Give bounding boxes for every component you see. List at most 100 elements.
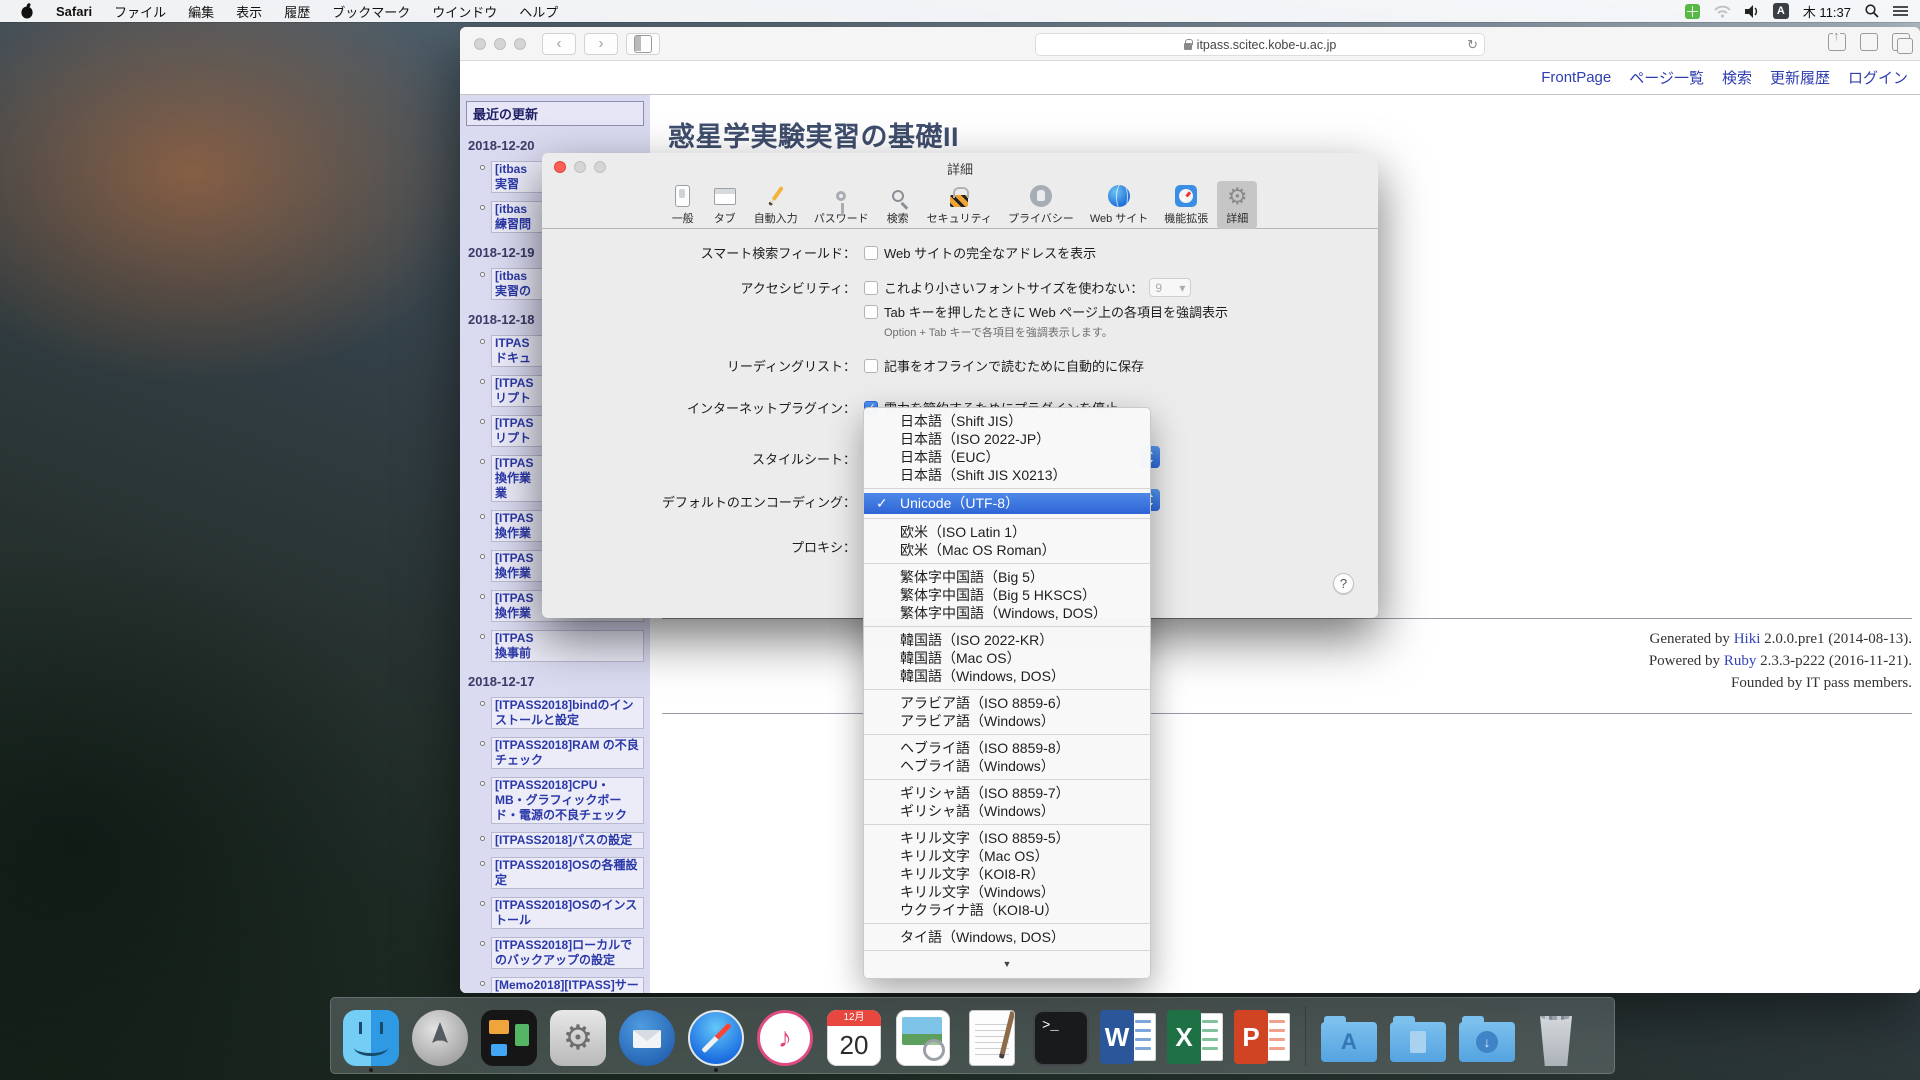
menu-item-selected[interactable]: ✓Unicode（UTF-8） xyxy=(864,493,1150,514)
list-item[interactable]: [ITPASS2018]bindのインストールと設定 xyxy=(480,697,644,729)
dock-excel-icon[interactable]: X xyxy=(1167,1008,1225,1066)
sidebar-toggle-button[interactable] xyxy=(626,33,660,55)
menu-bookmarks[interactable]: ブックマーク xyxy=(332,2,410,21)
dock-word-icon[interactable]: W xyxy=(1100,1008,1158,1066)
menu-scroll-down-arrow[interactable]: ▼ xyxy=(864,955,1150,973)
reload-icon[interactable]: ↻ xyxy=(1467,37,1478,53)
dock-powerpoint-icon[interactable]: P xyxy=(1234,1008,1292,1066)
dock-calendar-icon[interactable]: 12月20 xyxy=(824,1004,884,1066)
tab-advanced[interactable]: ⚙詳細 xyxy=(1217,181,1257,229)
menu-app-name[interactable]: Safari xyxy=(56,4,92,19)
dock-documents-folder-icon[interactable] xyxy=(1388,1004,1448,1066)
menu-window[interactable]: ウインドウ xyxy=(432,2,497,21)
menu-item[interactable]: 日本語（ISO 2022-JP） xyxy=(864,430,1150,448)
address-bar[interactable]: itpass.scitec.kobe-u.ac.jp ↻ xyxy=(1035,33,1485,56)
nav-link-history[interactable]: 更新履歴 xyxy=(1770,67,1830,88)
ruby-link[interactable]: Ruby xyxy=(1724,653,1757,669)
nav-link-login[interactable]: ログイン xyxy=(1848,67,1908,88)
zoom-button[interactable] xyxy=(514,38,526,50)
wifi-off-icon[interactable] xyxy=(1714,5,1731,18)
menu-item[interactable]: アラビア語（Windows） xyxy=(864,712,1150,730)
dock-photos-icon[interactable] xyxy=(893,1004,953,1066)
spotlight-search-icon[interactable] xyxy=(1865,4,1879,18)
checkbox-tab-highlight[interactable] xyxy=(864,305,878,319)
menu-item[interactable]: 韓国語（Windows, DOS） xyxy=(864,667,1150,685)
tab-tabs[interactable]: タブ xyxy=(705,181,745,229)
menu-history[interactable]: 履歴 xyxy=(284,2,310,21)
menu-item[interactable]: アラビア語（ISO 8859-6） xyxy=(864,694,1150,712)
list-item[interactable]: [ITPAS 換事前 xyxy=(480,630,644,662)
list-item[interactable]: [ITPASS2018]RAM の不良チェック xyxy=(480,737,644,769)
menu-item[interactable]: 韓国語（Mac OS） xyxy=(864,649,1150,667)
menu-item[interactable]: 繁体字中国語（Big 5） xyxy=(864,568,1150,586)
tab-overview-icon[interactable] xyxy=(1892,33,1910,51)
checkbox-min-font-size[interactable] xyxy=(864,281,878,295)
tab-websites[interactable]: Web サイト xyxy=(1083,181,1155,229)
menu-item[interactable]: 繁体字中国語（Big 5 HKSCS） xyxy=(864,586,1150,604)
dock-itunes-icon[interactable]: ♪ xyxy=(755,1004,815,1066)
menu-item[interactable]: タイ語（Windows, DOS） xyxy=(864,928,1150,946)
help-button[interactable]: ? xyxy=(1333,573,1354,594)
tab-search[interactable]: 検索 xyxy=(878,181,918,229)
share-icon[interactable] xyxy=(1828,33,1846,51)
menu-item[interactable]: キリル文字（Windows） xyxy=(864,883,1150,901)
dock-system-preferences-icon[interactable]: ⚙ xyxy=(548,1004,608,1066)
apple-icon[interactable] xyxy=(20,3,34,19)
menu-item[interactable]: 欧米（Mac OS Roman） xyxy=(864,541,1150,559)
list-item[interactable]: [ITPASS2018]OSの各種設定 xyxy=(480,857,644,889)
font-size-select[interactable]: 9▾ xyxy=(1149,278,1191,297)
dock-safari-icon[interactable] xyxy=(686,1004,746,1066)
menu-item[interactable]: 欧米（ISO Latin 1） xyxy=(864,523,1150,541)
dock-applications-folder-icon[interactable]: A xyxy=(1319,1004,1379,1066)
menu-item[interactable]: キリル文字（ISO 8859-5） xyxy=(864,829,1150,847)
tab-security[interactable]: セキュリティ xyxy=(920,181,999,229)
dock-mission-control-icon[interactable] xyxy=(479,1004,539,1066)
grid-app-status-icon[interactable] xyxy=(1685,4,1700,19)
close-button[interactable] xyxy=(474,38,486,50)
tab-general[interactable]: 一般 xyxy=(663,181,703,229)
volume-icon[interactable] xyxy=(1745,5,1759,18)
nav-link-frontpage[interactable]: FrontPage xyxy=(1541,69,1611,86)
menu-item[interactable]: ギリシャ語（ISO 8859-7） xyxy=(864,784,1150,802)
tab-autofill[interactable]: 自動入力 xyxy=(747,181,805,229)
menu-item[interactable]: 日本語（Shift JIS X0213） xyxy=(864,466,1150,484)
checkbox-full-address[interactable] xyxy=(864,246,878,260)
tab-passwords[interactable]: パスワード xyxy=(807,181,876,229)
menu-item[interactable]: キリル文字（Mac OS） xyxy=(864,847,1150,865)
new-tab-icon[interactable] xyxy=(1860,33,1878,51)
list-item[interactable]: [ITPASS2018]パスの設定 xyxy=(480,832,644,849)
list-item[interactable]: [ITPASS2018]ローカルでのバックアップの設定 xyxy=(480,937,644,969)
notification-center-icon[interactable] xyxy=(1893,5,1908,17)
menu-item[interactable]: ギリシャ語（Windows） xyxy=(864,802,1150,820)
nav-link-search[interactable]: 検索 xyxy=(1722,67,1752,88)
menu-item[interactable]: 韓国語（ISO 2022-KR） xyxy=(864,631,1150,649)
dock-terminal-icon[interactable]: >_ xyxy=(1031,1004,1091,1066)
menu-item[interactable]: ウクライナ語（KOI8-U） xyxy=(864,901,1150,919)
menu-item[interactable]: 繁体字中国語（Windows, DOS） xyxy=(864,604,1150,622)
forward-button[interactable]: › xyxy=(584,33,618,55)
menu-edit[interactable]: 編集 xyxy=(188,2,214,21)
dock-downloads-folder-icon[interactable]: ↓ xyxy=(1457,1004,1517,1066)
dock-finder-icon[interactable] xyxy=(341,1004,401,1066)
list-item[interactable]: [ITPASS2018]OSのインストール xyxy=(480,897,644,929)
menu-bar-clock[interactable]: 木 11:37 xyxy=(1803,2,1851,21)
menu-view[interactable]: 表示 xyxy=(236,2,262,21)
minimize-button[interactable] xyxy=(494,38,506,50)
input-source-icon[interactable]: A xyxy=(1773,3,1789,19)
dock-trash-icon[interactable] xyxy=(1526,1004,1586,1066)
menu-item[interactable]: ヘブライ語（ISO 8859-8） xyxy=(864,739,1150,757)
menu-item[interactable]: キリル文字（KOI8-R） xyxy=(864,865,1150,883)
nav-link-pagelist[interactable]: ページ一覧 xyxy=(1629,67,1704,88)
back-button[interactable]: ‹ xyxy=(542,33,576,55)
menu-item[interactable]: 日本語（Shift JIS） xyxy=(864,412,1150,430)
tab-privacy[interactable]: プライバシー xyxy=(1001,181,1081,229)
hiki-link[interactable]: Hiki xyxy=(1734,631,1761,647)
dock-thunderbird-icon[interactable] xyxy=(617,1004,677,1066)
list-item[interactable]: [Memo2018][ITPASS]サーバ交換作業 (tako) xyxy=(480,977,644,993)
checkbox-offline-reading[interactable] xyxy=(864,359,878,373)
dock-launchpad-icon[interactable] xyxy=(410,1004,470,1066)
menu-item[interactable]: 日本語（EUC） xyxy=(864,448,1150,466)
menu-file[interactable]: ファイル xyxy=(114,2,166,21)
list-item[interactable]: [ITPASS2018]CPU・MB・グラフィックボード・電源の不良チェック xyxy=(480,777,644,824)
tab-extensions[interactable]: 機能拡張 xyxy=(1157,181,1215,229)
